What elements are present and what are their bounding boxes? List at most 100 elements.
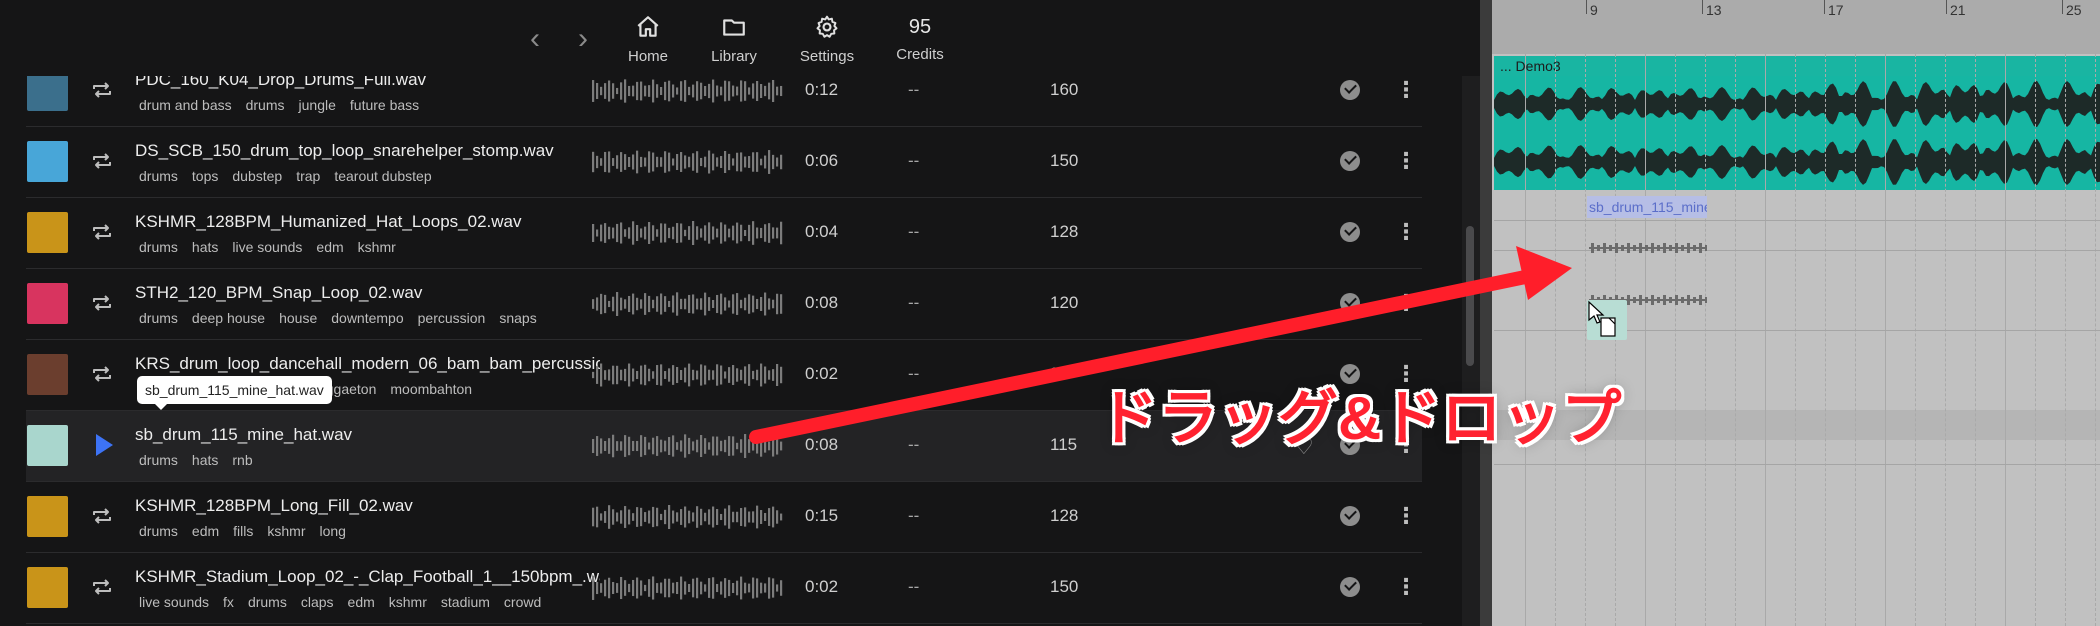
tag[interactable]: future bass <box>350 97 419 113</box>
more-options-icon[interactable]: ⋮ <box>1394 575 1418 601</box>
sample-tags: drums hats rnb <box>139 452 599 468</box>
tag[interactable]: drums <box>139 239 178 255</box>
sample-filename[interactable]: KRS_drum_loop_dancehall_modern_06_bam_ba… <box>135 354 600 374</box>
tag[interactable]: deep house <box>192 310 265 326</box>
loop-icon[interactable] <box>90 149 114 173</box>
tag[interactable]: kshmr <box>389 594 427 610</box>
tag[interactable]: tearout dubstep <box>334 168 431 184</box>
tag[interactable]: rnb <box>232 452 252 468</box>
nav-settings[interactable]: Settings <box>782 14 872 65</box>
tag[interactable]: tops <box>192 168 218 184</box>
sample-artwork[interactable] <box>27 496 68 537</box>
tag[interactable]: crowd <box>504 594 541 610</box>
tag[interactable]: downtempo <box>331 310 403 326</box>
tag[interactable]: edm <box>316 239 343 255</box>
table-row[interactable]: STH2_120_BPM_Snap_Loop_02.wav drums deep … <box>26 269 1422 340</box>
sample-artwork[interactable] <box>27 567 68 608</box>
sample-waveform[interactable] <box>592 575 786 601</box>
sample-waveform[interactable] <box>592 433 786 459</box>
tag[interactable]: edm <box>348 594 375 610</box>
loop-icon[interactable] <box>90 362 114 386</box>
loop-icon[interactable] <box>90 78 114 102</box>
nav-home[interactable]: Home <box>603 14 693 65</box>
play-icon[interactable] <box>96 434 113 456</box>
timeline-ruler[interactable]: 9 13 17 21 25 <box>1480 0 2100 54</box>
tag[interactable]: drums <box>139 452 178 468</box>
chevron-left-icon[interactable]: ‹ <box>530 24 540 54</box>
tag[interactable]: dubstep <box>232 168 282 184</box>
sample-waveform[interactable] <box>592 78 786 104</box>
tag[interactable]: claps <box>301 594 334 610</box>
check-icon[interactable] <box>1340 222 1360 242</box>
tag[interactable]: hats <box>192 239 218 255</box>
sample-artwork[interactable] <box>27 354 68 395</box>
tag[interactable]: live sounds <box>232 239 302 255</box>
sample-filename[interactable]: KSHMR_128BPM_Humanized_Hat_Loops_02.wav <box>135 212 600 232</box>
tag[interactable]: hats <box>192 452 218 468</box>
loop-icon[interactable] <box>90 291 114 315</box>
tag[interactable]: live sounds <box>139 594 209 610</box>
sample-waveform[interactable] <box>592 291 786 317</box>
table-row[interactable]: KSHMR_128BPM_Long_Fill_02.wav drums edm fi… <box>26 482 1422 553</box>
check-icon[interactable] <box>1340 293 1360 313</box>
grid-line <box>2035 54 2037 626</box>
table-row[interactable]: KSHMR_Stadium_Loop_02_-_Clap_Football_1_… <box>26 553 1422 624</box>
sample-waveform[interactable] <box>592 504 786 530</box>
tag[interactable]: snaps <box>499 310 536 326</box>
grid-line <box>2065 54 2067 626</box>
tag[interactable]: long <box>320 523 346 539</box>
sample-artwork[interactable] <box>27 283 68 324</box>
more-options-icon[interactable]: ⋮ <box>1394 291 1418 317</box>
more-options-icon[interactable]: ⋮ <box>1394 504 1418 530</box>
tag[interactable]: drums <box>139 168 178 184</box>
sample-waveform[interactable] <box>592 149 786 175</box>
tag[interactable]: fills <box>233 523 253 539</box>
sample-filename[interactable]: KSHMR_Stadium_Loop_02_-_Clap_Football_1_… <box>135 567 600 587</box>
loop-icon[interactable] <box>90 220 114 244</box>
loop-icon[interactable] <box>90 504 114 528</box>
tag[interactable]: trap <box>296 168 320 184</box>
loop-icon[interactable] <box>90 575 114 599</box>
more-options-icon[interactable]: ⋮ <box>1394 220 1418 246</box>
check-icon[interactable] <box>1340 506 1360 526</box>
tag[interactable]: drums <box>246 97 285 113</box>
sample-artwork[interactable] <box>27 141 68 182</box>
more-options-icon[interactable]: ⋮ <box>1394 149 1418 175</box>
sample-filename[interactable]: DS_SCB_150_drum_top_loop_snarehelper_sto… <box>135 141 600 161</box>
scrollbar-thumb[interactable] <box>1466 226 1474 366</box>
check-icon[interactable] <box>1340 80 1360 100</box>
dropped-clip-waveform <box>1589 243 1707 305</box>
dropped-clip[interactable]: sb_drum_115_mine_hat <box>1587 196 1707 218</box>
tag[interactable]: house <box>279 310 317 326</box>
table-row[interactable]: DS_SCB_150_drum_top_loop_snarehelper_sto… <box>26 127 1422 198</box>
sample-filename[interactable]: STH2_120_BPM_Snap_Loop_02.wav <box>135 283 600 303</box>
check-icon[interactable] <box>1340 151 1360 171</box>
tag[interactable]: jungle <box>299 97 336 113</box>
sample-artwork[interactable] <box>27 212 68 253</box>
sample-artwork[interactable] <box>27 70 68 111</box>
chevron-right-icon[interactable]: › <box>578 24 588 54</box>
nav-credits[interactable]: 95 Credits <box>875 14 965 63</box>
sample-filename[interactable]: sb_drum_115_mine_hat.wav <box>135 425 600 445</box>
nav-library[interactable]: Library <box>689 14 779 65</box>
more-options-icon[interactable]: ⋮ <box>1394 78 1418 104</box>
table-row[interactable]: KSHMR_128BPM_Humanized_Hat_Loops_02.wav … <box>26 198 1422 269</box>
check-icon[interactable] <box>1340 577 1360 597</box>
tag[interactable]: edm <box>192 523 219 539</box>
sample-artwork[interactable] <box>27 425 68 466</box>
tag[interactable]: kshmr <box>358 239 396 255</box>
sample-waveform[interactable] <box>592 220 786 246</box>
sample-filename[interactable]: KSHMR_128BPM_Long_Fill_02.wav <box>135 496 600 516</box>
tag[interactable]: stadium <box>441 594 490 610</box>
sample-waveform[interactable] <box>592 362 786 388</box>
sample-bpm: 128 <box>1050 506 1079 525</box>
tag[interactable]: percussion <box>418 310 486 326</box>
tag[interactable]: kshmr <box>267 523 305 539</box>
tag[interactable]: drums <box>139 310 178 326</box>
tag[interactable]: moombahton <box>390 381 472 397</box>
tag[interactable]: drums <box>248 594 287 610</box>
tag[interactable]: drum and bass <box>139 97 232 113</box>
tag[interactable]: drums <box>139 523 178 539</box>
grid-line <box>1795 54 1797 626</box>
tag[interactable]: fx <box>223 594 234 610</box>
